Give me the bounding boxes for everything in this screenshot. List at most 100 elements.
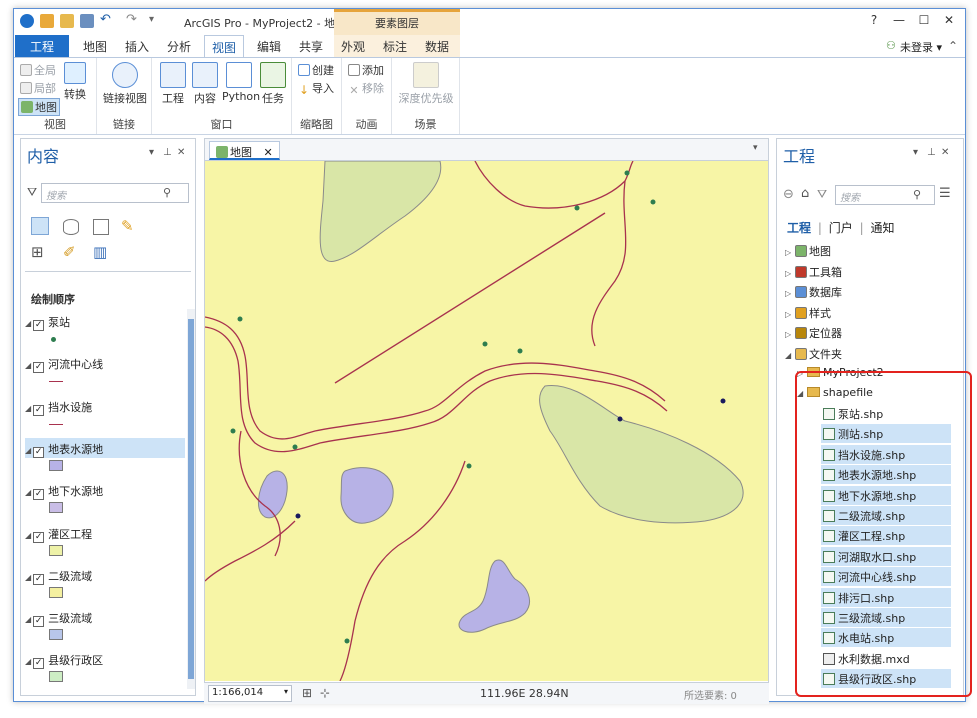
tab-data[interactable]: 数据 <box>420 35 454 57</box>
undo-icon[interactable]: ↶ <box>100 12 114 27</box>
layer-item[interactable]: ◢ ✓ 泵站 <box>25 311 185 331</box>
snapping-icon[interactable]: ⊹ <box>320 686 330 700</box>
global-view-button[interactable]: 全局 <box>20 62 56 78</box>
station-point[interactable] <box>295 513 301 519</box>
layer-symbol[interactable] <box>49 459 63 471</box>
tree-node[interactable]: ▷ 数据库 <box>783 282 842 301</box>
tasks-button[interactable]: 任务 <box>258 62 288 106</box>
expand-arrow-icon[interactable]: ◢ <box>785 351 795 360</box>
layer-visibility-checkbox[interactable]: ✓ <box>33 362 45 374</box>
project-pane-button[interactable]: 工程 <box>158 62 188 106</box>
minimize-button[interactable]: — <box>889 13 909 31</box>
open-folder-icon[interactable] <box>60 14 74 28</box>
pump-station-point[interactable] <box>482 341 488 347</box>
subtab-portal[interactable]: 门户 <box>829 221 853 235</box>
pane-menu-icon[interactable]: ▾ <box>149 147 154 158</box>
sign-in-status[interactable]: 未登录 ▾ <box>900 39 942 55</box>
convert-button[interactable]: 转换 <box>64 62 86 102</box>
layer-item[interactable]: ◢ ✓ 三级流域 <box>25 607 185 628</box>
expand-arrow-icon[interactable]: ▷ <box>785 330 795 339</box>
search-icon[interactable]: ⚲ <box>163 186 171 199</box>
save-icon[interactable] <box>80 14 94 28</box>
ribbon-collapse-icon[interactable]: ⌃ <box>948 39 958 53</box>
subtab-notifications[interactable]: 通知 <box>870 221 894 235</box>
customize-qat-icon[interactable]: ▾ <box>149 14 163 28</box>
scale-selector[interactable]: 1:166,014 ▾ <box>208 685 292 702</box>
tab-view[interactable]: 视图 <box>204 35 244 57</box>
expand-arrow-icon[interactable]: ◢ <box>25 361 31 370</box>
back-icon[interactable]: ⊖ <box>783 187 794 202</box>
layer-item[interactable]: ◢ ✓ 地下水源地 <box>25 480 185 501</box>
import-thumbnail-button[interactable]: ↓ 导入 <box>298 80 334 97</box>
pump-station-point[interactable] <box>574 205 580 211</box>
tab-labeling[interactable]: 标注 <box>378 35 412 57</box>
tree-node[interactable]: ▷ 工具箱 <box>783 262 842 281</box>
layer-symbol[interactable] <box>49 423 63 425</box>
layer-symbol[interactable] <box>49 502 63 514</box>
layer-item[interactable]: ◢ ✓ 灌区工程 <box>25 523 185 543</box>
expand-arrow-icon[interactable]: ◢ <box>25 531 31 540</box>
pane-close-icon[interactable]: ✕ <box>941 147 949 158</box>
pin-icon[interactable]: ⊥ <box>163 147 172 158</box>
layer-item[interactable]: ◢ ✓ 挡水设施 <box>25 396 185 416</box>
tree-node[interactable]: ◢ 文件夹 <box>783 344 842 363</box>
editing-view-icon[interactable]: ✎ <box>121 217 134 235</box>
layer-symbol[interactable] <box>51 337 56 342</box>
layer-item[interactable]: ◢ ✓ 河流中心线 <box>25 353 185 374</box>
pump-station-point[interactable] <box>237 316 243 322</box>
tab-edit[interactable]: 编辑 <box>252 35 286 57</box>
map-view-button[interactable]: 地图 <box>18 98 60 116</box>
pin-icon[interactable]: ⊥ <box>927 147 936 158</box>
layer-item[interactable]: ◢ ✓ 县级行政区 <box>25 649 185 670</box>
contents-pane-button[interactable]: 内容 <box>190 62 220 106</box>
map-tab[interactable]: 地图 ✕ <box>209 141 280 160</box>
tab-close-icon[interactable]: ✕ <box>264 146 273 159</box>
layer-visibility-checkbox[interactable]: ✓ <box>33 320 45 331</box>
labeling-view-icon[interactable]: ✐ <box>63 243 76 261</box>
map-canvas[interactable] <box>205 161 768 681</box>
expand-arrow-icon[interactable]: ▷ <box>785 310 795 319</box>
tab-list-icon[interactable]: ▾ <box>753 143 758 153</box>
tab-share[interactable]: 共享 <box>294 35 328 57</box>
layer-visibility-checkbox[interactable]: ✓ <box>33 531 45 543</box>
remove-animation-button[interactable]: ✕ 移除 <box>348 80 384 97</box>
tree-node[interactable]: ▷ 地图 <box>783 241 831 260</box>
expand-arrow-icon[interactable]: ◢ <box>25 488 31 497</box>
depth-priority-button[interactable]: 深度优先级 <box>396 62 456 106</box>
layer-visibility-checkbox[interactable]: ✓ <box>33 489 45 501</box>
grid-icon[interactable]: ⊞ <box>302 686 312 700</box>
add-animation-button[interactable]: 添加 <box>348 62 384 78</box>
tab-appearance[interactable]: 外观 <box>336 35 370 57</box>
tree-node[interactable]: ▷ 定位器 <box>783 323 842 342</box>
tab-map[interactable]: 地图 <box>78 35 112 57</box>
close-button[interactable]: ✕ <box>939 13 959 31</box>
tab-project[interactable]: 工程 <box>15 35 69 57</box>
expand-arrow-icon[interactable]: ◢ <box>25 657 31 666</box>
local-view-button[interactable]: 局部 <box>20 80 56 96</box>
pane-close-icon[interactable]: ✕ <box>177 147 185 158</box>
data-source-view-icon[interactable] <box>63 219 79 235</box>
station-point[interactable] <box>720 398 726 404</box>
layer-visibility-checkbox[interactable]: ✓ <box>33 573 45 585</box>
tree-node[interactable]: ▷ 样式 <box>783 303 831 322</box>
pump-station-point[interactable] <box>230 428 236 434</box>
new-project-icon[interactable] <box>40 14 54 28</box>
expand-arrow-icon[interactable]: ◢ <box>25 404 31 413</box>
search-icon[interactable]: ⚲ <box>913 188 921 201</box>
draw-order-view-icon[interactable] <box>31 217 49 235</box>
expand-arrow-icon[interactable]: ▷ <box>785 248 795 257</box>
layer-item[interactable]: ◢ ✓ 地表水源地 <box>25 437 185 458</box>
pane-menu-icon[interactable]: ▾ <box>913 147 918 158</box>
pump-station-point[interactable] <box>650 199 656 205</box>
expand-arrow-icon[interactable]: ▷ <box>785 269 795 278</box>
contents-scrollbar[interactable] <box>187 309 195 689</box>
link-views-button[interactable]: 链接视图 <box>101 62 149 106</box>
layer-symbol[interactable] <box>49 544 63 556</box>
scrollbar-thumb[interactable] <box>188 319 194 679</box>
expand-arrow-icon[interactable]: ◢ <box>25 319 31 328</box>
tab-insert[interactable]: 插入 <box>120 35 154 57</box>
filter-icon[interactable]: ⛛ <box>27 185 37 200</box>
layer-symbol[interactable] <box>49 629 63 641</box>
subtab-project[interactable]: 工程 <box>787 221 811 235</box>
create-thumbnail-button[interactable]: 创建 <box>298 62 334 78</box>
